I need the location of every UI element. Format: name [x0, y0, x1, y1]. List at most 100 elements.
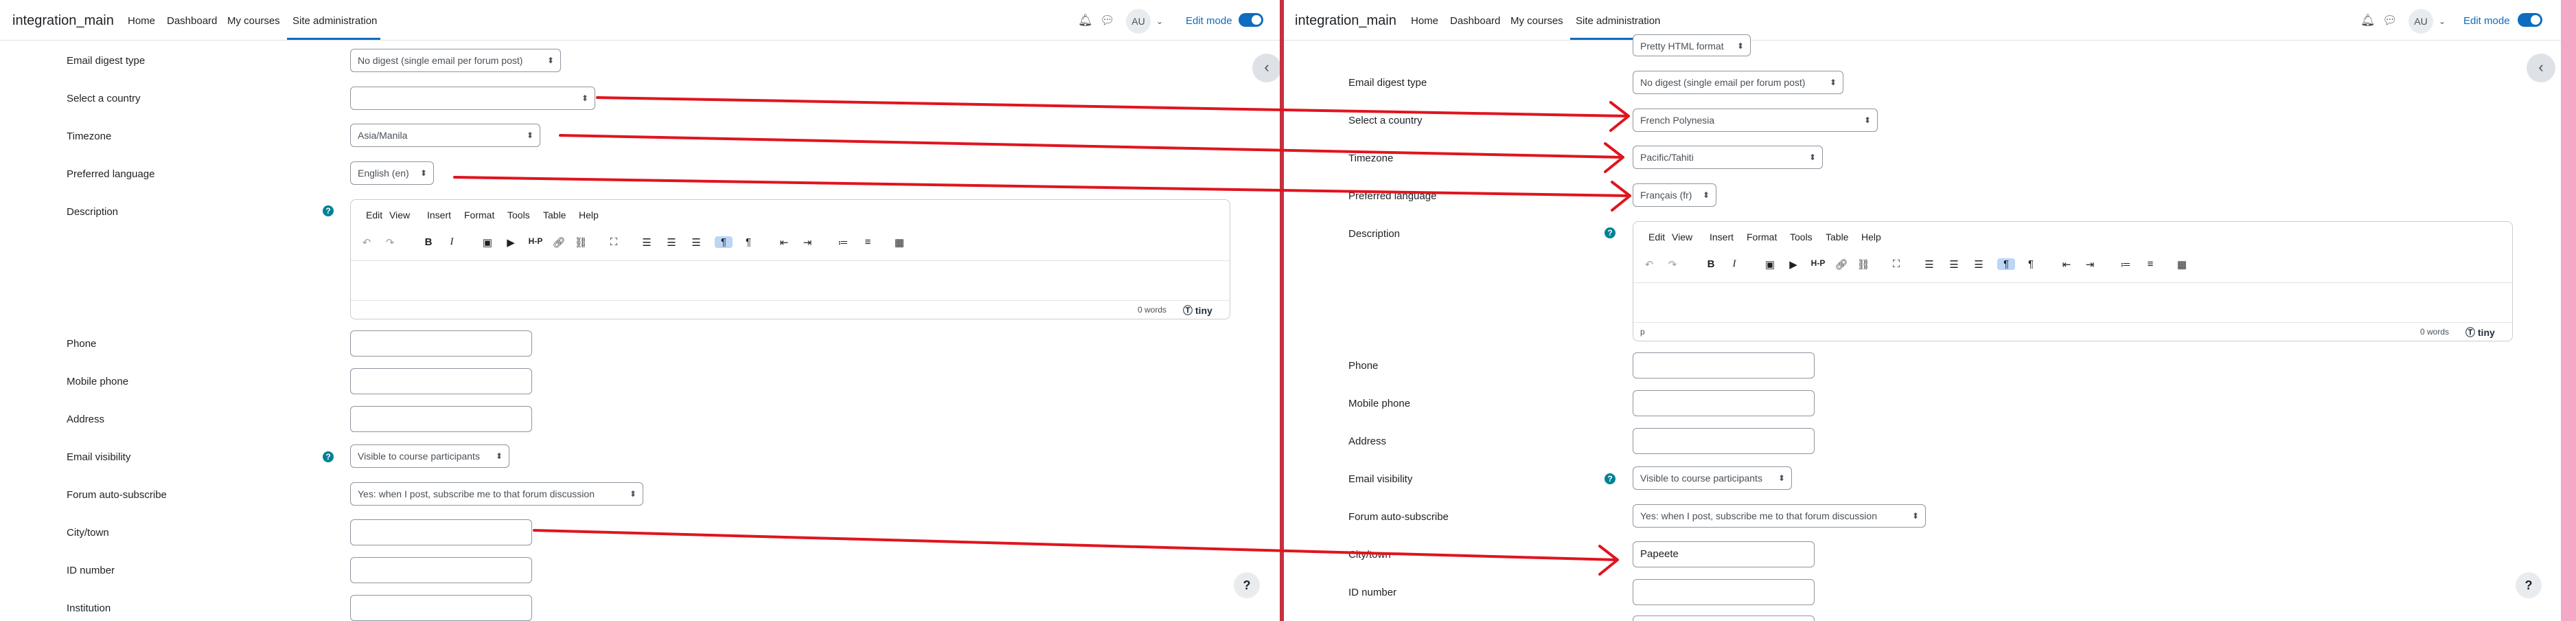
- ltr-icon[interactable]: ¶: [1997, 258, 2015, 270]
- align-left-icon[interactable]: ☰: [1920, 258, 1938, 271]
- edit-mode-toggle[interactable]: [2518, 13, 2542, 27]
- avatar[interactable]: AU: [1126, 9, 1151, 34]
- bullet-list-icon[interactable]: ≔: [2117, 258, 2135, 271]
- mobile-input[interactable]: [1633, 390, 1815, 416]
- bold-icon[interactable]: B: [419, 236, 437, 248]
- mobile-input[interactable]: [350, 368, 532, 394]
- id-number-input[interactable]: [350, 557, 532, 583]
- country-select[interactable]: French Polynesia ⬍: [1633, 109, 1878, 132]
- rtl-icon[interactable]: ¶: [739, 236, 757, 248]
- address-input[interactable]: [350, 406, 532, 432]
- language-select[interactable]: Français (fr) ⬍: [1633, 183, 1716, 207]
- help-info-icon[interactable]: ?: [323, 205, 334, 216]
- question-icon[interactable]: ?: [2516, 572, 2542, 598]
- nav-dashboard[interactable]: Dashboard: [167, 15, 217, 27]
- site-name[interactable]: integration_main: [1295, 13, 1396, 29]
- fullscreen-icon[interactable]: ⛶: [1887, 258, 1905, 270]
- indent-icon[interactable]: ⇥: [2081, 258, 2099, 271]
- media-icon[interactable]: ▶: [1784, 258, 1802, 271]
- chat-icon[interactable]: 💬︎: [1100, 14, 1115, 27]
- editor-menu-format[interactable]: Format: [464, 210, 494, 221]
- editor-menu-insert[interactable]: Insert: [427, 210, 451, 221]
- align-right-icon[interactable]: ☰: [1970, 258, 1988, 271]
- nav-my-courses[interactable]: My courses: [1510, 15, 1563, 27]
- media-icon[interactable]: ▶: [502, 236, 520, 249]
- italic-icon[interactable]: I: [443, 236, 461, 248]
- editor-menu-tools[interactable]: Tools: [1790, 232, 1813, 242]
- fullscreen-icon[interactable]: ⛶: [605, 236, 623, 248]
- editor-menu-tools[interactable]: Tools: [507, 210, 530, 221]
- phone-input[interactable]: [350, 330, 532, 357]
- redo-icon[interactable]: ↷: [381, 236, 399, 249]
- calculator-icon[interactable]: ▦: [2173, 258, 2191, 271]
- timezone-select[interactable]: Asia/Manila ⬍: [350, 124, 540, 147]
- email-digest-select[interactable]: No digest (single email per forum post) ⬍: [350, 49, 561, 72]
- id-number-input[interactable]: [1633, 579, 1815, 605]
- institution-input[interactable]: [350, 595, 532, 621]
- nav-my-courses[interactable]: My courses: [227, 15, 280, 27]
- align-center-icon[interactable]: ☰: [1945, 258, 1963, 271]
- redo-icon[interactable]: ↷: [1664, 258, 1681, 271]
- forum-subscribe-select[interactable]: Yes: when I post, subscribe me to that f…: [350, 482, 643, 506]
- chevron-left-icon[interactable]: ‹: [2527, 54, 2555, 82]
- question-icon[interactable]: ?: [1234, 572, 1260, 598]
- help-info-icon[interactable]: ?: [1605, 227, 1615, 238]
- language-select[interactable]: English (en) ⬍: [350, 161, 434, 185]
- numbered-list-icon[interactable]: ≡: [2141, 258, 2159, 270]
- nav-dashboard[interactable]: Dashboard: [1450, 15, 1500, 27]
- ltr-icon[interactable]: ¶: [715, 236, 733, 248]
- editor-menu-insert[interactable]: Insert: [1710, 232, 1734, 242]
- help-info-icon[interactable]: ?: [323, 451, 334, 462]
- description-editor[interactable]: Edit View Insert Format Tools Table Help…: [1633, 221, 2513, 341]
- site-name[interactable]: integration_main: [12, 13, 114, 29]
- address-input[interactable]: [1633, 428, 1815, 454]
- chat-icon[interactable]: 💬︎: [2382, 14, 2397, 27]
- editor-menu-edit[interactable]: Edit: [366, 210, 382, 221]
- numbered-list-icon[interactable]: ≡: [859, 236, 877, 248]
- edit-mode-toggle[interactable]: [1239, 13, 1263, 27]
- unlink-icon[interactable]: ⛓︎: [572, 236, 590, 249]
- editor-menu-format[interactable]: Format: [1747, 232, 1777, 242]
- undo-icon[interactable]: ↶: [358, 236, 376, 249]
- align-center-icon[interactable]: ☰: [663, 236, 680, 249]
- h5p-icon[interactable]: H-P: [1809, 258, 1827, 268]
- bell-icon[interactable]: 🔔︎: [1078, 14, 1093, 27]
- phone-input[interactable]: [1633, 352, 1815, 379]
- email-digest-select[interactable]: No digest (single email per forum post) ⬍: [1633, 71, 1843, 94]
- chevron-left-icon[interactable]: ‹: [1252, 54, 1280, 82]
- unlink-icon[interactable]: ⛓︎: [1854, 258, 1872, 271]
- calculator-icon[interactable]: ▦: [890, 236, 908, 249]
- city-input[interactable]: Papeete: [1633, 541, 1815, 567]
- link-icon[interactable]: 🔗︎: [550, 236, 568, 249]
- editor-menu-help[interactable]: Help: [579, 210, 599, 221]
- link-icon[interactable]: 🔗︎: [1832, 258, 1850, 271]
- editor-menu-view[interactable]: View: [389, 210, 410, 221]
- italic-icon[interactable]: I: [1725, 258, 1743, 270]
- timezone-select[interactable]: Pacific/Tahiti ⬍: [1633, 146, 1823, 169]
- email-visibility-select[interactable]: Visible to course participants ⬍: [350, 444, 509, 468]
- align-left-icon[interactable]: ☰: [638, 236, 656, 249]
- bullet-list-icon[interactable]: ≔: [834, 236, 852, 249]
- editor-menu-help[interactable]: Help: [1861, 232, 1881, 242]
- avatar[interactable]: AU: [2408, 9, 2433, 34]
- outdent-icon[interactable]: ⇤: [2058, 258, 2075, 271]
- email-format-select[interactable]: Pretty HTML format ⬍: [1633, 34, 1751, 56]
- indent-icon[interactable]: ⇥: [798, 236, 816, 249]
- align-right-icon[interactable]: ☰: [687, 236, 705, 249]
- nav-home[interactable]: Home: [1411, 15, 1438, 27]
- country-select[interactable]: ⬍: [350, 87, 595, 110]
- editor-menu-view[interactable]: View: [1672, 232, 1692, 242]
- bell-icon[interactable]: 🔔︎: [2360, 14, 2376, 27]
- chevron-down-icon[interactable]: ⌄: [1156, 16, 1163, 26]
- forum-subscribe-select[interactable]: Yes: when I post, subscribe me to that f…: [1633, 504, 1926, 528]
- help-info-icon[interactable]: ?: [1605, 473, 1615, 484]
- bold-icon[interactable]: B: [1702, 258, 1720, 270]
- editor-menu-table[interactable]: Table: [543, 210, 566, 221]
- outdent-icon[interactable]: ⇤: [775, 236, 793, 249]
- description-editor[interactable]: Edit View Insert Format Tools Table Help…: [350, 199, 1230, 319]
- image-icon[interactable]: ▣: [1761, 258, 1779, 271]
- email-visibility-select[interactable]: Visible to course participants ⬍: [1633, 466, 1792, 490]
- undo-icon[interactable]: ↶: [1640, 258, 1658, 271]
- h5p-icon[interactable]: H-P: [527, 236, 544, 246]
- nav-home[interactable]: Home: [128, 15, 155, 27]
